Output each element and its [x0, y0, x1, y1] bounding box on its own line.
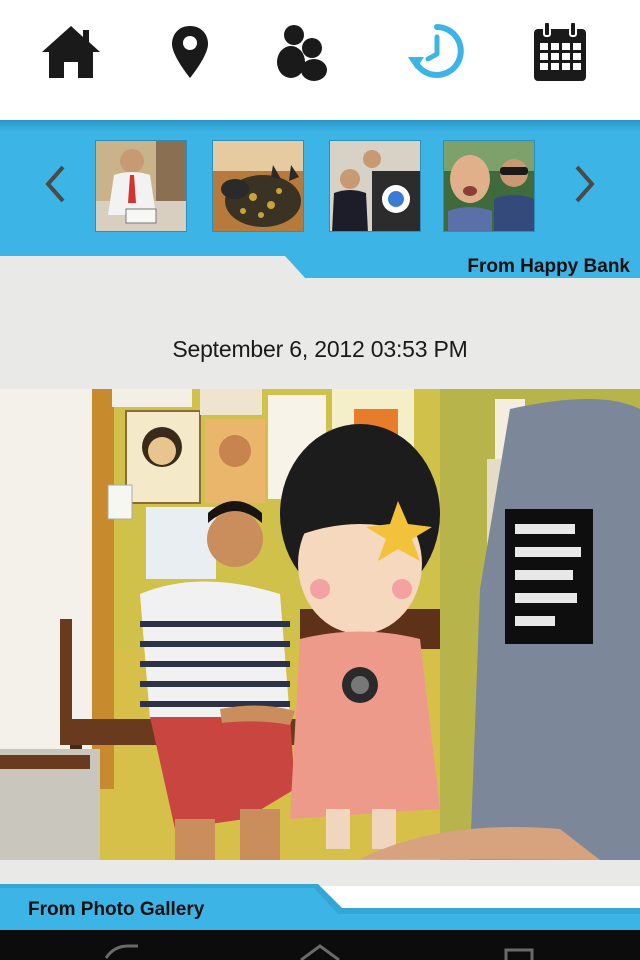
thumbnail-2[interactable] [212, 140, 304, 232]
thumb-image [213, 141, 303, 231]
carousel-prev-button[interactable] [38, 160, 72, 208]
source-label-top: From Happy Bank [467, 256, 630, 277]
nav-location-button[interactable] [158, 18, 222, 86]
location-pin-icon [172, 26, 208, 78]
main-photo[interactable] [0, 389, 640, 860]
thumb-image [330, 141, 420, 231]
home-icon [42, 26, 100, 78]
photo-image [0, 389, 640, 860]
thumb-image [96, 141, 186, 231]
nav-history-button[interactable] [405, 18, 469, 86]
strip-shadow [0, 120, 640, 132]
chevron-left-icon [45, 165, 65, 203]
nav-calendar-button[interactable] [528, 18, 592, 86]
carousel-next-button[interactable] [568, 160, 602, 208]
thumbnail-1[interactable] [95, 140, 187, 232]
calendar-icon [534, 21, 586, 81]
system-navigation-bar [0, 930, 640, 960]
post-timestamp: September 6, 2012 03:53 PM [172, 336, 468, 362]
people-icon [277, 25, 327, 81]
nav-people-button[interactable] [270, 18, 334, 86]
source-label-bottom: From Photo Gallery [28, 899, 205, 920]
recents-icon [504, 948, 534, 960]
system-recents-button[interactable] [488, 936, 548, 960]
chevron-right-icon [575, 165, 595, 203]
system-home-button[interactable] [290, 936, 350, 960]
system-back-button[interactable] [94, 936, 154, 960]
top-navigation-bar [0, 0, 640, 120]
back-icon [104, 944, 138, 959]
home-outline-icon [300, 944, 340, 960]
thumbnail-3[interactable] [329, 140, 421, 232]
thumb-image [444, 141, 534, 231]
thumbnail-4[interactable] [443, 140, 535, 232]
history-clock-icon [408, 24, 464, 78]
nav-home-button[interactable] [39, 18, 103, 86]
